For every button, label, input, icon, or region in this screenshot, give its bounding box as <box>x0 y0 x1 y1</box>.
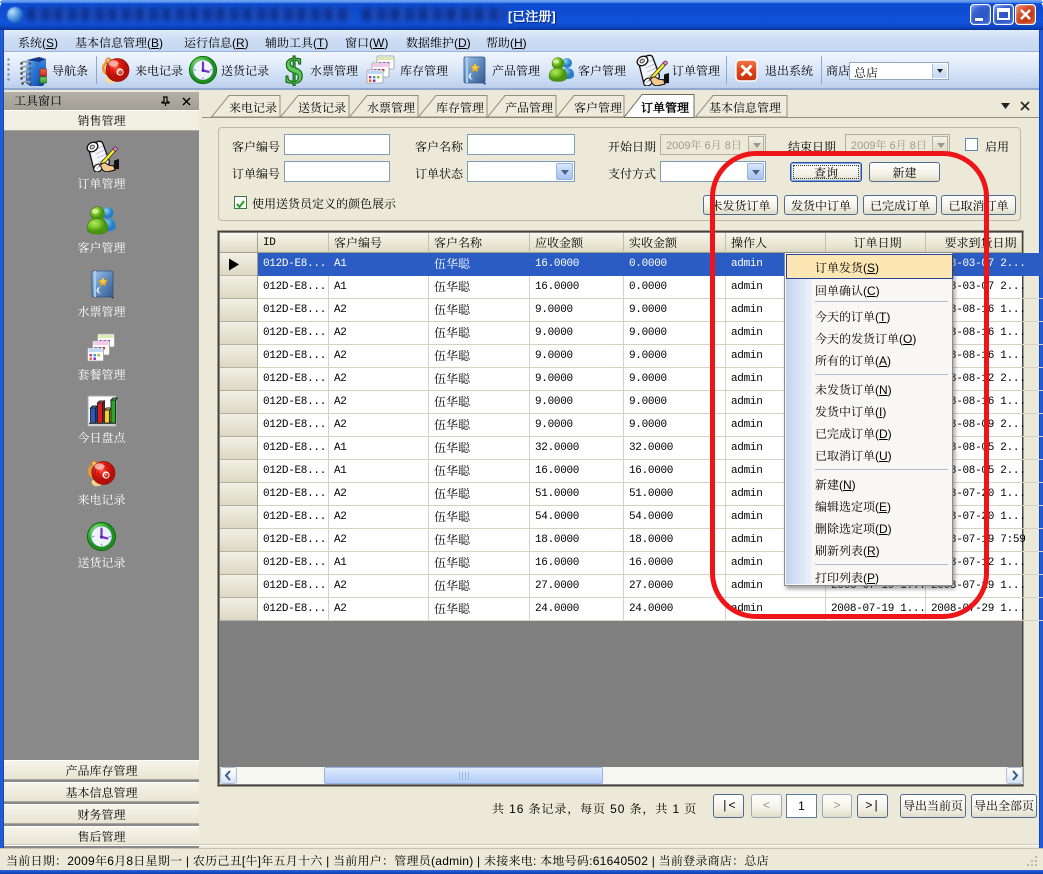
svg-text:$: $ <box>285 54 304 86</box>
